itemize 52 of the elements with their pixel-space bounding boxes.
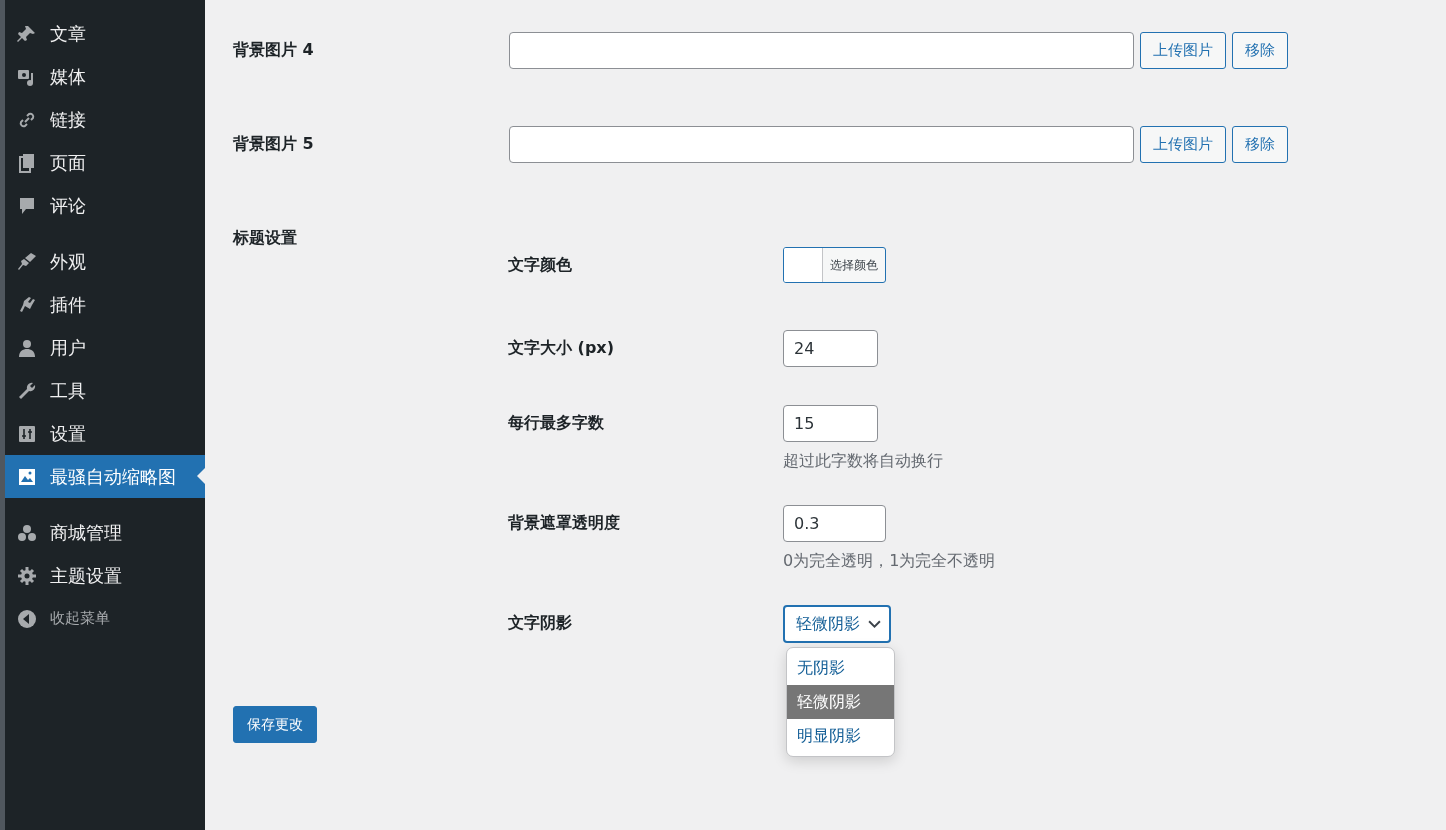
sidebar-item[interactable]: 文章 (5, 12, 205, 55)
color-picker-button[interactable]: 选择颜色 (783, 247, 886, 283)
settings-icon (17, 565, 37, 586)
comment-icon (17, 195, 37, 216)
sidebar-item[interactable]: 设置 (5, 412, 205, 455)
circles-icon (17, 522, 37, 543)
field-label: 文字颜色 (508, 254, 573, 276)
chevron-down-icon (868, 619, 881, 629)
image-url-field[interactable] (509, 126, 1134, 163)
sliders-icon (17, 423, 37, 444)
sidebar-item[interactable]: 页面 (5, 141, 205, 184)
sidebar-item[interactable]: 插件 (5, 283, 205, 326)
number-field[interactable]: 0.3 (783, 505, 886, 542)
remove-button[interactable]: 移除 (1232, 126, 1288, 163)
sidebar-item[interactable]: 外观 (5, 240, 205, 283)
field-hint: 超过此字数将自动换行 (783, 451, 943, 472)
pin-icon (17, 23, 37, 44)
save-button[interactable]: 保存更改 (233, 706, 317, 743)
image-icon (17, 466, 37, 487)
sidebar-item[interactable]: 评论 (5, 184, 205, 227)
image-url-field[interactable] (509, 32, 1134, 69)
upload-image-button[interactable]: 上传图片 (1140, 126, 1226, 163)
number-field[interactable]: 24 (783, 330, 878, 367)
remove-button[interactable]: 移除 (1232, 32, 1288, 69)
field-label: 文字阴影 (508, 612, 573, 634)
field-label: 背景遮罩透明度 (508, 512, 621, 534)
section-heading: 标题设置 (233, 228, 298, 249)
sidebar-item[interactable]: 工具 (5, 369, 205, 412)
sidebar-item[interactable]: 最骚自动缩略图 (5, 455, 205, 498)
collapse-menu-button[interactable]: 收起菜单 (5, 597, 205, 640)
sidebar-item[interactable]: 商城管理 (5, 511, 205, 554)
plug-icon (17, 294, 37, 315)
number-field[interactable]: 15 (783, 405, 878, 442)
sidebar-item[interactable]: 用户 (5, 326, 205, 369)
brush-icon (17, 251, 37, 272)
shadow-dropdown[interactable]: 轻微阴影 (783, 605, 891, 643)
field-label: 背景图片 4 (233, 39, 315, 61)
sidebar-item[interactable]: 主题设置 (5, 554, 205, 597)
field-label: 文字大小 (px) (508, 337, 615, 359)
upload-image-button[interactable]: 上传图片 (1140, 32, 1226, 69)
collapse-icon (17, 608, 37, 629)
field-label: 背景图片 5 (233, 133, 315, 155)
sidebar-item[interactable]: 媒体 (5, 55, 205, 98)
user-icon (17, 337, 37, 358)
pages-icon (17, 152, 37, 173)
sidebar-item[interactable]: 链接 (5, 98, 205, 141)
field-hint: 0为完全透明，1为完全不透明 (783, 551, 996, 572)
dropdown-option[interactable]: 无阴影 (787, 651, 894, 685)
wrench-icon (17, 380, 37, 401)
field-label: 每行最多字数 (508, 412, 605, 434)
dropdown-option[interactable]: 轻微阴影 (787, 685, 894, 719)
dropdown-option[interactable]: 明显阴影 (787, 719, 894, 753)
